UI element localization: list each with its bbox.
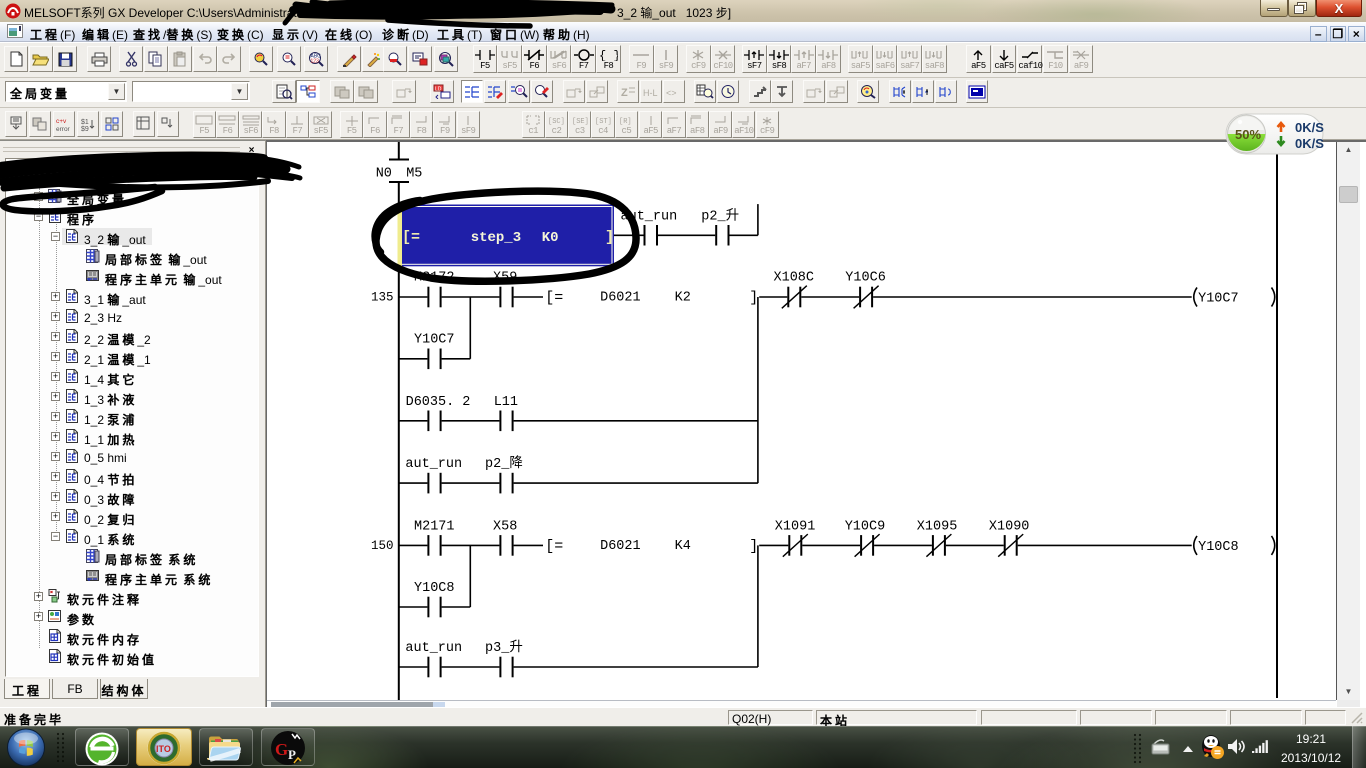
svg-text:[ST]: [ST] [595,118,612,126]
svg-text:{ }: { } [599,49,618,61]
svg-text:0K/S: 0K/S [1295,120,1324,135]
svg-text:50%: 50% [1235,127,1261,142]
svg-text:$1: $1 [81,119,89,126]
svg-text:ITO: ITO [156,744,171,754]
svg-text:P: P [288,747,296,762]
svg-text:H-L: H-L [643,88,658,98]
svg-text:G: G [275,740,288,759]
svg-text:[SE]: [SE] [572,118,589,126]
svg-text:Z: Z [621,87,628,99]
svg-text:0K/S: 0K/S [1295,136,1324,151]
svg-text:123: 123 [311,59,320,65]
svg-text:<>: <> [666,88,677,98]
svg-text:$9: $9 [81,126,89,132]
svg-text:error: error [56,126,71,132]
svg-text:[R]: [R] [619,118,632,126]
svg-text:c+v: c+v [56,118,67,125]
svg-text:[SC]: [SC] [548,118,565,126]
